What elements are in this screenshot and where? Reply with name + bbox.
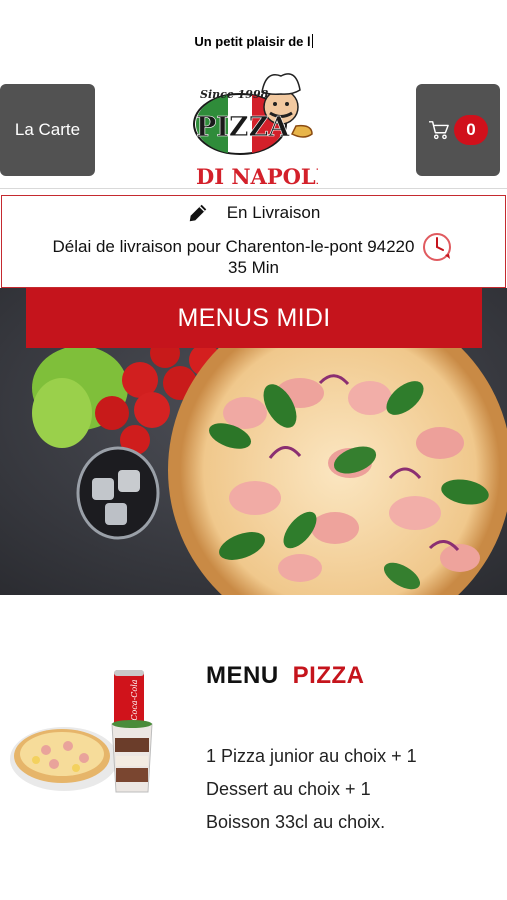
promo-ticker: Un petit plaisir de l [0,34,507,49]
menu-title-part1: MENU [206,662,279,689]
logo-brand-text: PIZZA [196,112,290,143]
delivery-info-text: Délai de livraison pour Charenton-le-pon… [52,237,415,256]
text-caret [311,34,313,48]
promo-ticker-text: Un petit plaisir de l [194,34,311,49]
menu-title-part2: PIZZA [292,662,365,689]
la-carte-label: La Carte [14,120,81,139]
menu-description: 1 Pizza junior au choix + 1 Dessert au c… [206,746,417,832]
delivery-mode-label: En Livraison [226,203,321,222]
delivery-mode-row[interactable]: En Livraison [2,202,505,224]
delivery-info-box[interactable]: En Livraison Délai de livraison pour Cha… [1,195,506,288]
cart-icon [429,121,449,140]
header-divider [0,188,507,189]
can-label: Coca-Cola [130,679,139,720]
la-carte-button[interactable]: La Carte [0,84,95,176]
cart-count-badge: 0 [454,115,488,145]
clock-icon [423,233,452,261]
menu-title: MENU PIZZA [206,662,365,690]
menus-midi-hero[interactable]: MENUS MIDI [0,288,507,595]
logo-since-text: Since 1998 [200,88,269,101]
menu-pizza-image: Coca-Cola [10,670,153,793]
pizza-di-napoli-logo[interactable]: Since 1998 PIZZA DI NAPOLI [188,64,326,189]
cart-button[interactable]: 0 [416,84,500,176]
menu-pizza-card[interactable]: Coca-Cola MENU PIZZA 1 Pizza junior au ch… [0,640,507,880]
pencil-icon[interactable] [187,202,209,224]
logo-sub-text: DI NAPOLI [196,164,318,188]
menus-midi-banner[interactable]: MENUS MIDI [26,288,482,348]
